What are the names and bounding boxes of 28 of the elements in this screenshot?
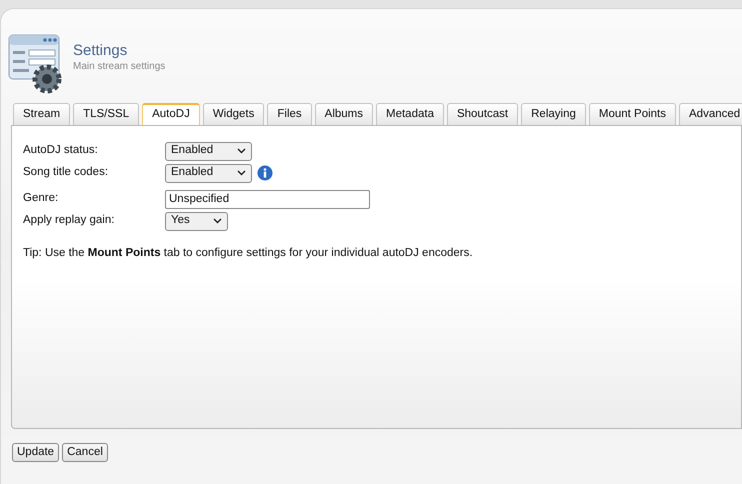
form-button[interactable]: Update bbox=[12, 443, 60, 462]
chevron-down-icon bbox=[237, 170, 246, 176]
tab[interactable]: Shoutcast bbox=[446, 103, 518, 125]
info-icon[interactable] bbox=[257, 165, 273, 181]
chevron-down-icon bbox=[237, 148, 246, 154]
tab[interactable]: AutoDJ bbox=[142, 103, 200, 125]
tab[interactable]: Files bbox=[267, 103, 312, 125]
tab[interactable]: Relaying bbox=[521, 103, 586, 125]
field-label: Song title codes: bbox=[23, 165, 110, 180]
tab[interactable]: Albums bbox=[314, 103, 374, 125]
chevron-down-icon bbox=[213, 218, 222, 224]
page-subtitle: Main stream settings bbox=[73, 60, 166, 74]
dropdown[interactable]: Enabled bbox=[165, 164, 252, 182]
field-label: Apply replay gain: bbox=[23, 213, 116, 228]
field-label: Genre: bbox=[23, 191, 60, 206]
dropdown[interactable]: Yes bbox=[165, 212, 228, 230]
text-field[interactable]: Unspecified bbox=[165, 190, 370, 208]
dropdown[interactable]: Enabled bbox=[165, 142, 252, 160]
page-title: Settings bbox=[73, 43, 128, 59]
tab[interactable]: Metadata bbox=[376, 103, 444, 125]
tab[interactable]: Mount Points bbox=[588, 103, 676, 125]
tip-text: Tip: Use the Mount Points tab to configure settings for your individual autoDJ encoders. bbox=[23, 246, 474, 261]
tab[interactable]: Advanced bbox=[679, 103, 742, 125]
tab[interactable]: Widgets bbox=[202, 103, 264, 125]
tab[interactable]: Stream bbox=[13, 103, 70, 125]
tab[interactable]: TLS/SSL bbox=[73, 103, 140, 125]
field-label: AutoDJ status: bbox=[23, 143, 99, 158]
form-button[interactable]: Cancel bbox=[62, 443, 108, 462]
